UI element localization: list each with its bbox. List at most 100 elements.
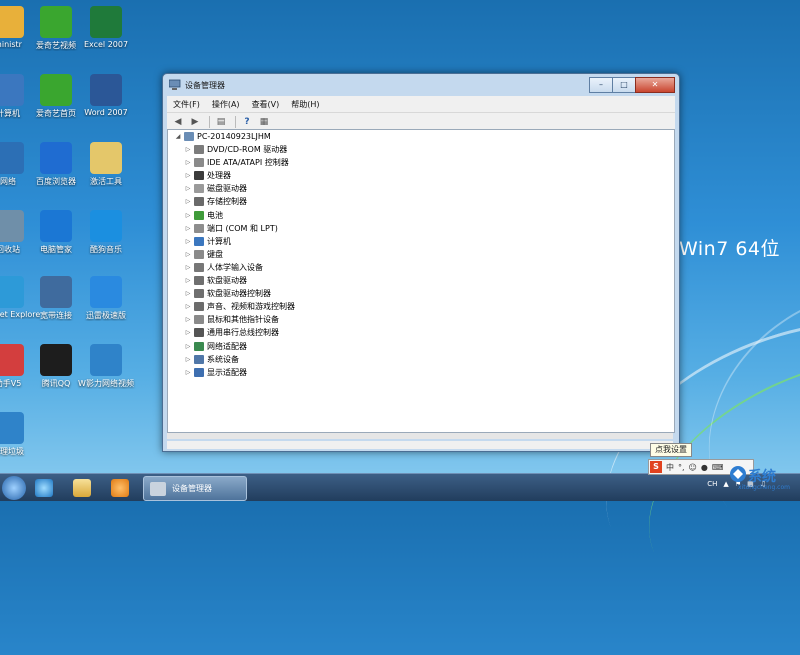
menu-view[interactable]: 查看(V)	[246, 99, 286, 110]
desktop-icon-label: 激活工具	[90, 177, 122, 186]
storage-controller-icon	[194, 197, 204, 207]
desktop-icon[interactable]: 激活工具	[74, 142, 138, 187]
tree-item[interactable]: ▷ 电池	[184, 209, 223, 222]
menu-file[interactable]: 文件(F)	[167, 99, 206, 110]
tree-item[interactable]: ▷ 处理器	[184, 169, 231, 182]
taskbar-ie[interactable]	[26, 476, 62, 499]
disk-drive-icon	[194, 184, 204, 194]
desktop-icon-label: Excel 2007	[83, 40, 129, 49]
tree-item[interactable]: ▷ 计算机	[184, 235, 231, 248]
device-manager-window[interactable]: 设备管理器 – □ ✕ 文件(F) 操作(A) 查看(V) 帮助(H) ◀ ▶ …	[162, 73, 680, 452]
recycle-bin-icon	[0, 210, 24, 242]
iqiyi-icon	[40, 6, 72, 38]
taskbar-device-manager-label: 设备管理器	[172, 484, 212, 493]
tree-item[interactable]: ▷ 键盘	[184, 248, 223, 261]
help-icon[interactable]: ?	[240, 116, 254, 128]
port-icon	[194, 223, 204, 233]
expand-arrow-icon[interactable]: ▷	[184, 277, 192, 284]
expand-arrow-icon[interactable]: ▷	[184, 303, 192, 310]
desktop-icon[interactable]: 酷狗音乐	[74, 210, 138, 255]
start-button[interactable]	[2, 476, 26, 500]
expand-arrow-icon[interactable]: ▷	[184, 198, 192, 205]
dvd-drive-icon	[194, 145, 204, 154]
taskbar-media-player[interactable]	[102, 476, 138, 499]
tree-item-label: 鼠标和其他指针设备	[207, 315, 279, 325]
ide-controller-icon	[194, 158, 204, 168]
tree-item[interactable]: ▷ 端口 (COM 和 LPT)	[184, 222, 278, 235]
properties-icon[interactable]: ▤	[214, 116, 228, 128]
taskbar-explorer[interactable]	[64, 476, 100, 499]
tree-item[interactable]: ▷ 显示适配器	[184, 366, 247, 379]
expand-arrow-icon[interactable]: ▷	[184, 343, 192, 350]
broadband-icon	[40, 276, 72, 308]
expand-arrow-icon[interactable]: ▷	[184, 316, 192, 323]
tree-root[interactable]: ◢ PC-20140923LJHM	[174, 130, 271, 143]
tree-item[interactable]: ▷ 鼠标和其他指针设备	[184, 313, 279, 326]
tree-item[interactable]: ▷ 人体学输入设备	[184, 261, 263, 274]
expand-arrow-icon[interactable]: ▷	[184, 356, 192, 363]
expand-arrow-icon[interactable]: ▷	[184, 369, 192, 376]
minimize-button[interactable]: –	[589, 77, 613, 93]
device-tree[interactable]: ◢ PC-20140923LJHM ▷ DVD/CD-ROM 驱动器 ▷ IDE AT…	[167, 129, 675, 433]
watermark: 系统 xitongcheng.com	[728, 462, 798, 492]
menu-help[interactable]: 帮助(H)	[285, 99, 325, 110]
desktop-icon[interactable]: Excel 2007	[74, 6, 138, 49]
computer-icon	[0, 74, 24, 106]
tree-item-label: 人体学输入设备	[207, 262, 263, 272]
input-language[interactable]: CH	[707, 480, 717, 488]
floppy-controller-icon	[194, 289, 204, 299]
ime-keyboard-icon[interactable]: ⌨	[712, 463, 724, 472]
device-manager-icon	[169, 79, 181, 90]
close-button[interactable]: ✕	[635, 77, 675, 93]
maximize-button[interactable]: □	[612, 77, 636, 93]
expand-arrow-icon[interactable]: ▷	[184, 146, 192, 153]
computer-icon	[194, 236, 204, 246]
tree-item[interactable]: ▷ 声音、视频和游戏控制器	[184, 300, 295, 313]
tree-item[interactable]: ▷ 通用串行总线控制器	[184, 326, 279, 339]
sogou-ime-icon[interactable]: S	[650, 461, 662, 473]
tree-item[interactable]: ▷ 磁盘驱动器	[184, 182, 247, 195]
tree-item-label: IDE ATA/ATAPI 控制器	[207, 158, 289, 168]
view-icon[interactable]: ▦	[257, 116, 271, 128]
expand-arrow-icon[interactable]: ▷	[184, 329, 192, 336]
assistant-icon	[0, 344, 24, 376]
desktop-icon[interactable]: 清理垃圾	[0, 412, 40, 457]
tree-item[interactable]: ▷ 存储控制器	[184, 195, 247, 208]
tree-item-label: 处理器	[207, 171, 231, 181]
horizontal-scrollbar[interactable]	[167, 433, 673, 439]
tree-item[interactable]: ▷ DVD/CD-ROM 驱动器	[184, 143, 287, 156]
expand-arrow-icon[interactable]: ▷	[184, 185, 192, 192]
tree-item[interactable]: ▷ 软盘驱动器	[184, 274, 247, 287]
expand-arrow-icon[interactable]: ▷	[184, 225, 192, 232]
ime-emoji-icon[interactable]: ☺	[689, 463, 697, 472]
title-bar[interactable]: 设备管理器 – □ ✕	[163, 74, 679, 96]
menu-action[interactable]: 操作(A)	[206, 99, 246, 110]
expand-arrow-icon[interactable]: ▷	[184, 251, 192, 258]
tree-item[interactable]: ▷ 网络适配器	[184, 340, 247, 353]
expand-arrow-icon[interactable]: ▷	[184, 238, 192, 245]
expand-arrow-icon[interactable]: ▷	[184, 290, 192, 297]
expand-arrow-icon[interactable]: ▷	[184, 159, 192, 166]
back-icon[interactable]: ◀	[171, 116, 185, 128]
status-bar	[167, 441, 673, 449]
forward-icon[interactable]: ▶	[188, 116, 202, 128]
expand-arrow-icon[interactable]: ▷	[184, 264, 192, 271]
desktop-icon[interactable]: 迅雷极速版	[74, 276, 138, 321]
tree-item[interactable]: ▷ 系统设备	[184, 353, 239, 366]
media-player-icon	[111, 478, 129, 497]
tree-item[interactable]: ▷ IDE ATA/ATAPI 控制器	[184, 156, 289, 169]
ime-mic-icon[interactable]: ●	[701, 463, 708, 472]
tree-item[interactable]: ▷ 软盘驱动器控制器	[184, 287, 271, 300]
wallpaper-text: Win7 64位	[679, 238, 780, 260]
ime-chinese-mode-icon[interactable]: 中	[666, 462, 674, 473]
collapse-arrow-icon[interactable]: ◢	[174, 133, 182, 140]
taskbar-device-manager[interactable]: 设备管理器	[143, 476, 247, 501]
desktop-icon[interactable]: W影力网络视频	[74, 344, 138, 389]
ie-icon	[0, 276, 24, 308]
ime-punct-icon[interactable]: °,	[678, 463, 685, 472]
desktop-icon-label: 迅雷极速版	[86, 311, 126, 320]
desktop-icon[interactable]: Word 2007	[74, 74, 138, 117]
expand-arrow-icon[interactable]: ▷	[184, 212, 192, 219]
expand-arrow-icon[interactable]: ▷	[184, 172, 192, 179]
pc-manager-icon	[40, 210, 72, 242]
